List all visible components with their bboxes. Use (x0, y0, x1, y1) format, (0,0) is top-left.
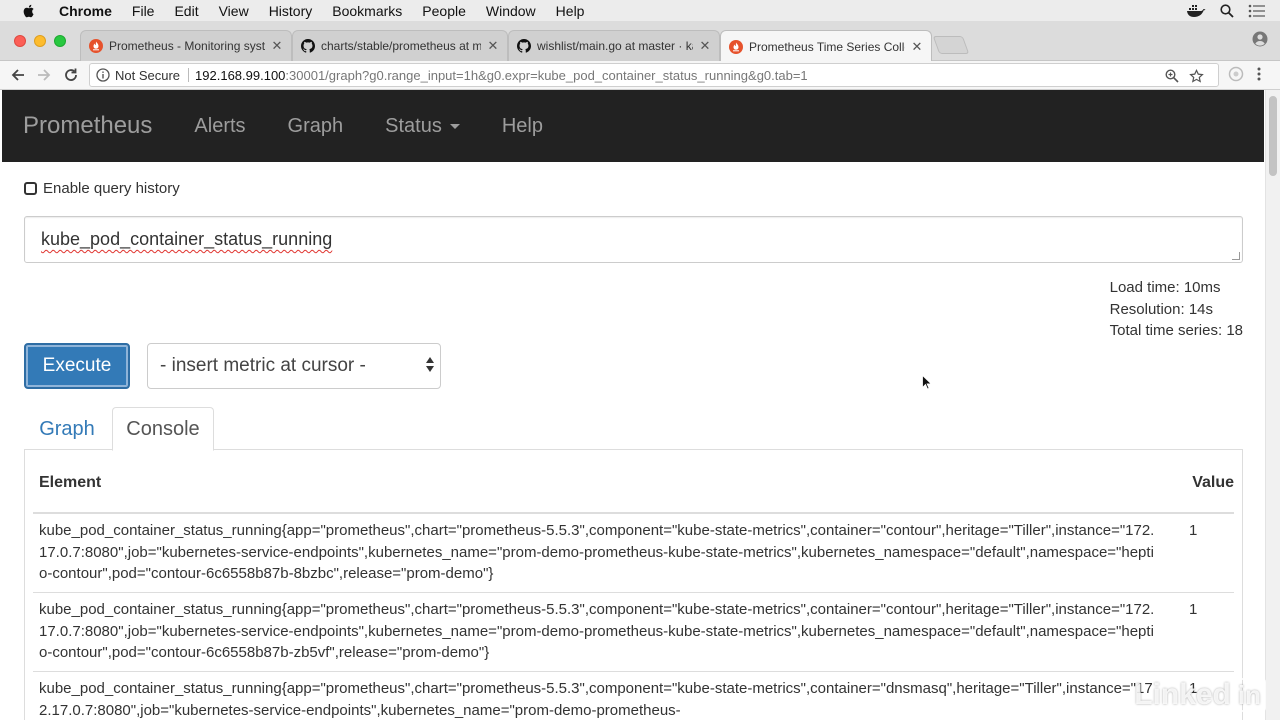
extension-icon[interactable] (1228, 66, 1244, 82)
browser-tab-wishlist-main-go[interactable]: wishlist/main.go at master · ka ✕ (508, 30, 720, 61)
nav-alerts[interactable]: Alerts (194, 115, 245, 138)
tab-close-icon[interactable]: ✕ (911, 39, 923, 55)
browser-tab-strip: Prometheus - Monitoring syste ✕ charts/s… (0, 21, 1280, 62)
nav-graph[interactable]: Graph (288, 115, 344, 138)
table-row: kube_pod_container_status_running{app="p… (33, 514, 1234, 593)
macos-menu-bar: Chrome File Edit View History Bookmarks … (0, 0, 1280, 21)
address-bar[interactable]: Not Secure 192.168.99.100 :30001/graph?g… (89, 63, 1219, 87)
menu-file[interactable]: File (132, 3, 155, 19)
bookmark-star-icon[interactable] (1189, 68, 1204, 84)
caret-down-icon (449, 123, 460, 129)
tab-close-icon[interactable]: ✕ (271, 38, 283, 54)
spotlight-search-icon[interactable] (1220, 3, 1234, 18)
menu-history[interactable]: History (269, 3, 313, 19)
watermark-text: Linked (1134, 678, 1231, 711)
forward-arrow-icon[interactable] (35, 66, 53, 84)
close-window-button[interactable] (14, 35, 26, 47)
brand-logo[interactable]: Prometheus (23, 112, 152, 140)
tab-console[interactable]: Console (112, 407, 214, 451)
page-scrollbar[interactable] (1265, 90, 1280, 720)
divider (188, 68, 190, 82)
resolution: Resolution: 14s (1109, 300, 1214, 318)
chrome-menu-icon[interactable] (1256, 66, 1262, 82)
back-arrow-icon[interactable] (9, 66, 27, 84)
tab-close-icon[interactable]: ✕ (487, 38, 499, 54)
query-history-label: Enable query history (43, 180, 180, 197)
load-time: Load time: 10ms (1109, 279, 1221, 296)
menu-view[interactable]: View (219, 3, 249, 19)
url-path: :30001/graph?g0.range_input=1h&g0.expr=k… (285, 67, 808, 83)
browser-tab-prometheus-time-series[interactable]: Prometheus Time Series Collec ✕ (720, 30, 932, 62)
tab-title: charts/stable/prometheus at m (321, 39, 481, 53)
menu-help[interactable]: Help (556, 3, 585, 19)
prometheus-flame-icon (729, 39, 743, 54)
query-history-checkbox[interactable] (24, 182, 37, 195)
address-bar-icons (1155, 64, 1204, 88)
nav-status[interactable]: Status (385, 115, 460, 138)
console-panel: Element Value kube_pod_container_status_… (24, 450, 1243, 720)
menu-bookmarks[interactable]: Bookmarks (332, 3, 402, 19)
github-icon (301, 39, 315, 53)
select-arrows-icon (426, 357, 434, 372)
menu-window[interactable]: Window (486, 3, 536, 19)
insert-metric-value: - insert metric at cursor - (160, 355, 366, 376)
notification-center-icon[interactable] (1248, 4, 1266, 18)
prometheus-navbar: Prometheus Alerts Graph Status Help (2, 90, 1264, 162)
zoom-window-button[interactable] (54, 35, 66, 47)
mouse-pointer-icon (922, 374, 933, 395)
browser-tab-prometheus-monitoring[interactable]: Prometheus - Monitoring syste ✕ (80, 30, 292, 61)
panel-tabs: Graph Console (24, 407, 1243, 451)
tab-title: Prometheus Time Series Collec (749, 39, 905, 54)
row-value: 1 (1189, 522, 1198, 539)
prometheus-flame-icon (89, 39, 103, 53)
column-header-value: Value (1192, 474, 1234, 491)
execute-button[interactable]: Execute (24, 343, 130, 389)
tab-close-icon[interactable]: ✕ (699, 38, 711, 54)
expression-input[interactable]: kube_pod_container_status_running (24, 216, 1243, 263)
nav-help[interactable]: Help (502, 115, 543, 138)
docker-whale-icon[interactable] (1186, 4, 1206, 18)
expression-text: kube_pod_container_status_running (41, 229, 333, 249)
security-status: Not Secure (115, 67, 181, 83)
zoom-magnifier-icon[interactable] (1165, 69, 1179, 83)
tab-graph[interactable]: Graph (24, 407, 110, 451)
insert-metric-select[interactable]: - insert metric at cursor - (147, 343, 441, 389)
table-row: kube_pod_container_status_running{app="p… (33, 672, 1234, 720)
row-element: kube_pod_container_status_running{app="p… (39, 522, 1155, 582)
total-time-series: Total time series: 18 (1109, 322, 1243, 339)
table-header: Element Value (33, 450, 1234, 514)
menu-people[interactable]: People (422, 3, 466, 19)
table-row: kube_pod_container_status_running{app="p… (33, 593, 1234, 672)
menu-chrome[interactable]: Chrome (59, 3, 112, 19)
scrollbar-thumb[interactable] (1269, 96, 1277, 176)
apple-logo-icon[interactable] (21, 3, 37, 19)
minimize-window-button[interactable] (34, 35, 46, 47)
info-circle-icon[interactable] (96, 68, 110, 82)
tab-title: Prometheus - Monitoring syste (109, 39, 265, 53)
reload-icon[interactable] (62, 66, 80, 84)
page-viewport: Prometheus Alerts Graph Status Help Enab… (0, 90, 1280, 720)
row-element: kube_pod_container_status_running{app="p… (39, 601, 1155, 661)
browser-toolbar: Not Secure 192.168.99.100 :30001/graph?g… (0, 61, 1280, 90)
new-tab-button[interactable] (932, 36, 970, 54)
menu-edit[interactable]: Edit (174, 3, 198, 19)
linkedin-watermark: Linked in (1134, 678, 1266, 712)
menu-bar-status-icons (1186, 0, 1280, 21)
column-header-element: Element (39, 474, 102, 491)
github-icon (517, 39, 531, 53)
nav-status-label: Status (385, 114, 442, 137)
query-history-toggle[interactable]: Enable query history (24, 180, 180, 197)
query-stats: Load time: 10ms Resolution: 14s Total ti… (1110, 277, 1243, 342)
url-host: 192.168.99.100 (195, 67, 286, 83)
tab-title: wishlist/main.go at master · ka (537, 39, 693, 53)
profile-avatar-icon[interactable] (1252, 31, 1268, 52)
browser-tab-charts-stable-prometheus[interactable]: charts/stable/prometheus at m ✕ (292, 30, 508, 61)
window-controls (14, 35, 74, 47)
row-value: 1 (1189, 601, 1198, 618)
row-element: kube_pod_container_status_running{app="p… (39, 680, 1153, 719)
watermark-badge: in (1232, 678, 1266, 712)
resize-handle[interactable] (1232, 252, 1240, 260)
